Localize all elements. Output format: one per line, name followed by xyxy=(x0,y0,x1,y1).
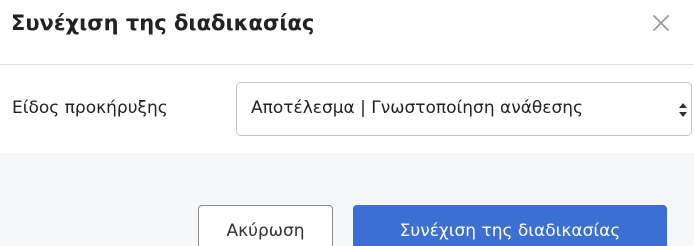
notice-type-select[interactable]: Αποτέλεσμα | Γνωστοποίηση ανάθεσης xyxy=(236,82,692,136)
continue-procedure-dialog: Συνέχιση της διαδικασίας Είδος προκήρυξη… xyxy=(0,0,694,246)
notice-type-selected-value: Αποτέλεσμα | Γνωστοποίηση ανάθεσης xyxy=(251,98,584,118)
select-updown-arrow-icon xyxy=(679,103,687,117)
dialog-title: Συνέχιση της διαδικασίας xyxy=(11,11,315,35)
continue-procedure-button[interactable]: Συνέχιση της διαδικασίας xyxy=(353,205,667,246)
dialog-body: Είδος προκήρυξης Αποτέλεσμα | Γνωστοποίη… xyxy=(0,65,694,153)
close-button[interactable] xyxy=(648,10,674,36)
dialog-header: Συνέχιση της διαδικασίας xyxy=(0,0,694,65)
cancel-button[interactable]: Ακύρωση xyxy=(198,205,333,246)
close-icon xyxy=(653,15,669,31)
dialog-footer: Ακύρωση Συνέχιση της διαδικασίας xyxy=(0,153,694,246)
notice-type-label: Είδος προκήρυξης xyxy=(12,98,168,118)
